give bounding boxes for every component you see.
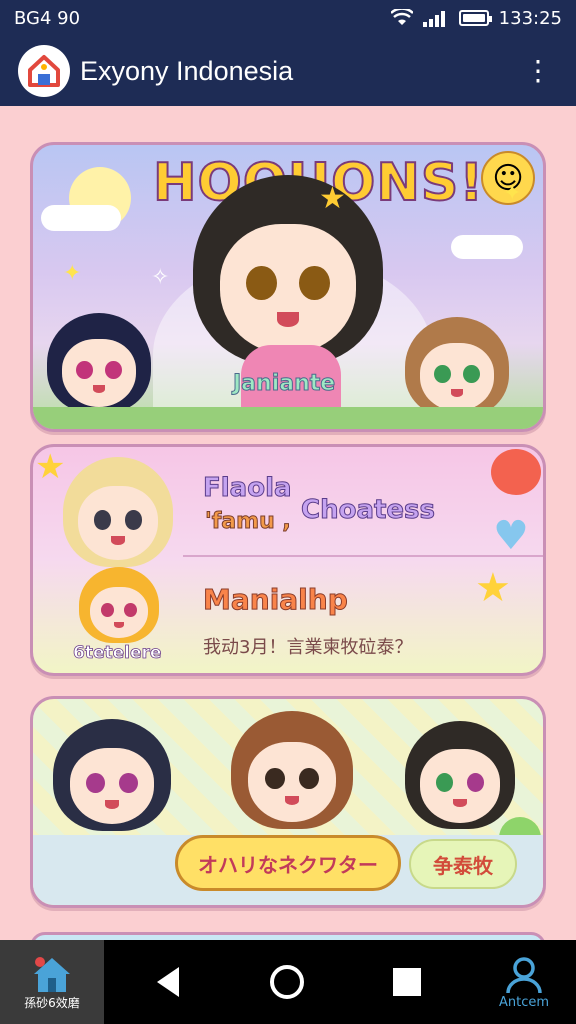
profile-tab[interactable]: Antcem [486,940,562,1024]
card-subtitle: 我动3月！言業柬牧砬泰？ [203,637,413,658]
buttons-card[interactable]: オハリなネクワター 争泰牧 [30,696,546,908]
tag-label: 'famu , [205,509,292,535]
profile-tab-label: Antcem [498,994,550,1010]
home-icon [34,956,70,992]
signal-icon [422,11,445,27]
grass-strip [33,407,543,429]
character-bun [405,721,515,829]
banner-card[interactable]: HOQUONS! ☺ ✦ ✦ ✧ ★ Janiante [30,142,546,432]
home-tab[interactable]: 孫砂6效磨 [0,940,104,1024]
feed[interactable]: HOQUONS! ☺ ✦ ✦ ✧ ★ Janiante [0,106,576,940]
app-bar: Exyony Indonesia ⋮ [0,36,576,106]
blob-face-icon [491,449,541,495]
more-vert-icon[interactable]: ⋮ [518,51,558,91]
cloud-icon [451,235,523,259]
status-bar: BG4 90 133:25 [0,0,576,36]
status-time: 133:25 [498,7,562,29]
character-bear [231,711,353,829]
next-card[interactable] [30,932,546,940]
divider [183,555,543,557]
character-cat [53,719,171,831]
character-blonde [63,457,173,567]
name-tag: Janiante [232,371,336,397]
back-icon[interactable] [153,965,183,999]
character-label: 6tetelere [73,643,162,664]
character-left [47,313,151,413]
secondary-action-button[interactable]: 争泰牧 [409,839,517,889]
status-icons: 133:25 [390,7,562,29]
wifi-icon [390,9,413,25]
heart-icon: ♥ [493,513,529,559]
home-button-icon[interactable] [268,963,306,1001]
primary-action-button[interactable]: オハリなネクワター [175,835,401,891]
character-right [405,317,509,417]
star-face-icon: ★ [475,565,511,611]
tag-label: Choatess [300,495,436,526]
star-icon: ✦ [63,261,82,286]
star-icon: ★ [35,447,66,487]
cloud-icon [41,205,121,231]
app-title: Exyony Indonesia [80,55,294,86]
home-tab-label: 孫砂6效磨 [24,995,80,1010]
navigation-bar: 孫砂6效磨 Antcem [0,940,576,1024]
status-left-text: BG4 90 [14,7,81,29]
character-card[interactable]: ★ ♥ ★ 6tetelere Flaola 'famu , Choatess … [30,444,546,676]
recents-icon[interactable] [391,966,423,998]
battery-icon [458,10,492,26]
star-icon: ✦ [503,181,522,206]
star-icon: ✧ [151,265,170,290]
card-heading: Manialhp [203,583,349,617]
tag-label: Flaola [203,473,293,504]
profile-icon [506,956,542,993]
house-logo-icon[interactable] [18,45,70,97]
character-center: ★ [193,175,383,365]
character-small [79,567,159,643]
